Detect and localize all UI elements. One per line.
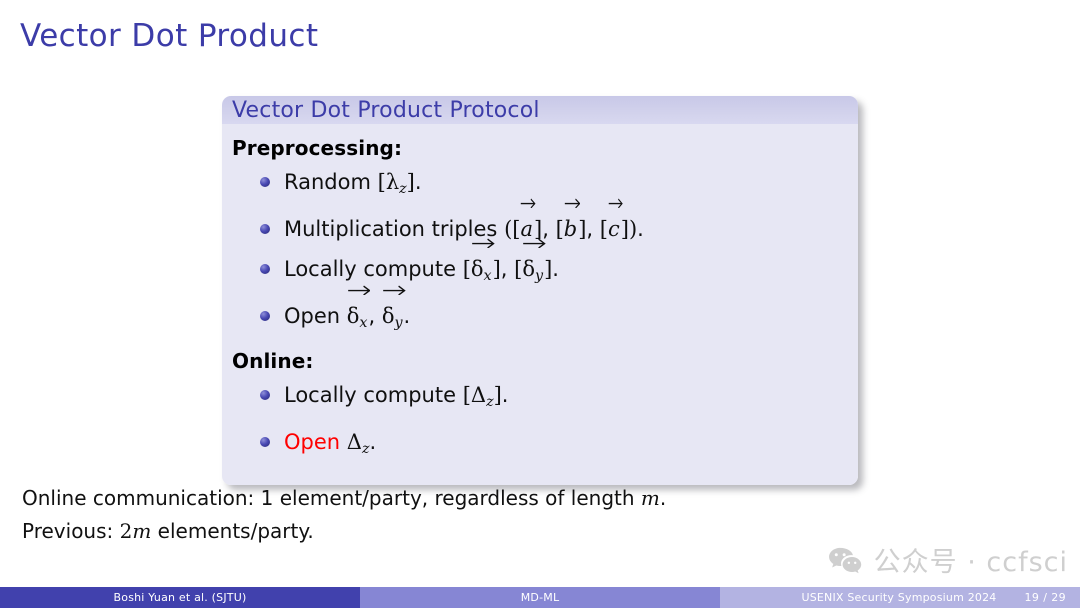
note-line-1-period: . — [659, 486, 667, 510]
wechat-bubbles-icon — [826, 545, 864, 575]
list-item-text: Random [λz]. — [284, 170, 422, 197]
footer-author-text: Boshi Yuan et al. (SJTU) — [113, 591, 247, 604]
list-item: Open Δz. — [260, 422, 844, 469]
protocol-block: Vector Dot Product Protocol Preprocessin… — [222, 96, 858, 485]
protocol-block-frame: Vector Dot Product Protocol Preprocessin… — [222, 96, 858, 485]
bullet-dot-icon — [260, 436, 270, 447]
footer-project-segment: MD-ML — [360, 587, 720, 608]
footer-venue-segment: USENIX Security Symposium 2024 19 / 29 — [720, 587, 1080, 608]
bullet-dot-icon — [260, 263, 270, 274]
section-label-online: Online: — [232, 348, 314, 373]
bullet-dot-icon — [260, 310, 270, 321]
list-item-text: Open Δz. — [284, 429, 377, 457]
protocol-block-body: Preprocessing: Random [λz]. Multiplicati… — [222, 124, 858, 485]
protocol-block-header: Vector Dot Product Protocol — [222, 96, 858, 124]
online-list: Locally compute [Δz]. Open Δz. — [232, 375, 844, 469]
list-item: Locally compute [Δz]. — [260, 375, 844, 422]
note-line-2-var: m — [132, 519, 152, 543]
slide-root: Vector Dot Product Vector Dot Product Pr… — [0, 0, 1080, 608]
section-label-preprocessing: Preprocessing: — [232, 136, 403, 160]
list-item-text: Open δx, δy. — [284, 285, 410, 331]
bullet-dot-icon — [260, 223, 270, 234]
list-item: Locally compute [δx], [δy]. — [260, 238, 844, 296]
list-item-text: Multiplication triples ([a], [b], [c]). — [284, 198, 644, 241]
note-line-2-suffix: elements/party. — [151, 519, 314, 543]
protocol-block-title: Vector Dot Product Protocol — [232, 98, 540, 123]
footer-project-text: MD-ML — [520, 591, 560, 604]
list-item-text: Locally compute [δx], [δy]. — [284, 238, 559, 284]
highlighted-open-word: Open — [284, 429, 341, 454]
list-item: Open δx, δy. — [260, 285, 844, 343]
notes-block: Online communication: 1 element/party, r… — [22, 482, 1022, 548]
note-line-2-prefix: Previous: — [22, 519, 120, 543]
watermark: 公众号 · ccfsci — [826, 540, 1068, 579]
watermark-text: 公众号 · ccfsci — [873, 547, 1068, 578]
note-line-1-math: m — [640, 486, 660, 510]
bullet-dot-icon — [260, 177, 270, 187]
footer-page-number: 19 / 29 — [1024, 591, 1066, 604]
preprocessing-list: Random [λz]. Multiplication triples ([a]… — [232, 162, 844, 343]
list-item: Multiplication triples ([a], [b], [c]). — [260, 198, 844, 249]
list-item-text: Locally compute [Δz]. — [284, 382, 509, 410]
note-line-online-communication: Online communication: 1 element/party, r… — [22, 482, 1022, 515]
footer-author-segment: Boshi Yuan et al. (SJTU) — [0, 587, 360, 608]
note-line-1-text: Online communication: 1 element/party, r… — [22, 486, 641, 510]
list-item: Random [λz]. — [260, 162, 844, 209]
footer-bar: Boshi Yuan et al. (SJTU) MD-ML USENIX Se… — [0, 587, 1080, 608]
footer-venue-text: USENIX Security Symposium 2024 — [801, 591, 997, 604]
note-line-2-number: 2 — [119, 519, 133, 543]
page-title: Vector Dot Product — [20, 18, 319, 54]
bullet-dot-icon — [260, 389, 270, 400]
